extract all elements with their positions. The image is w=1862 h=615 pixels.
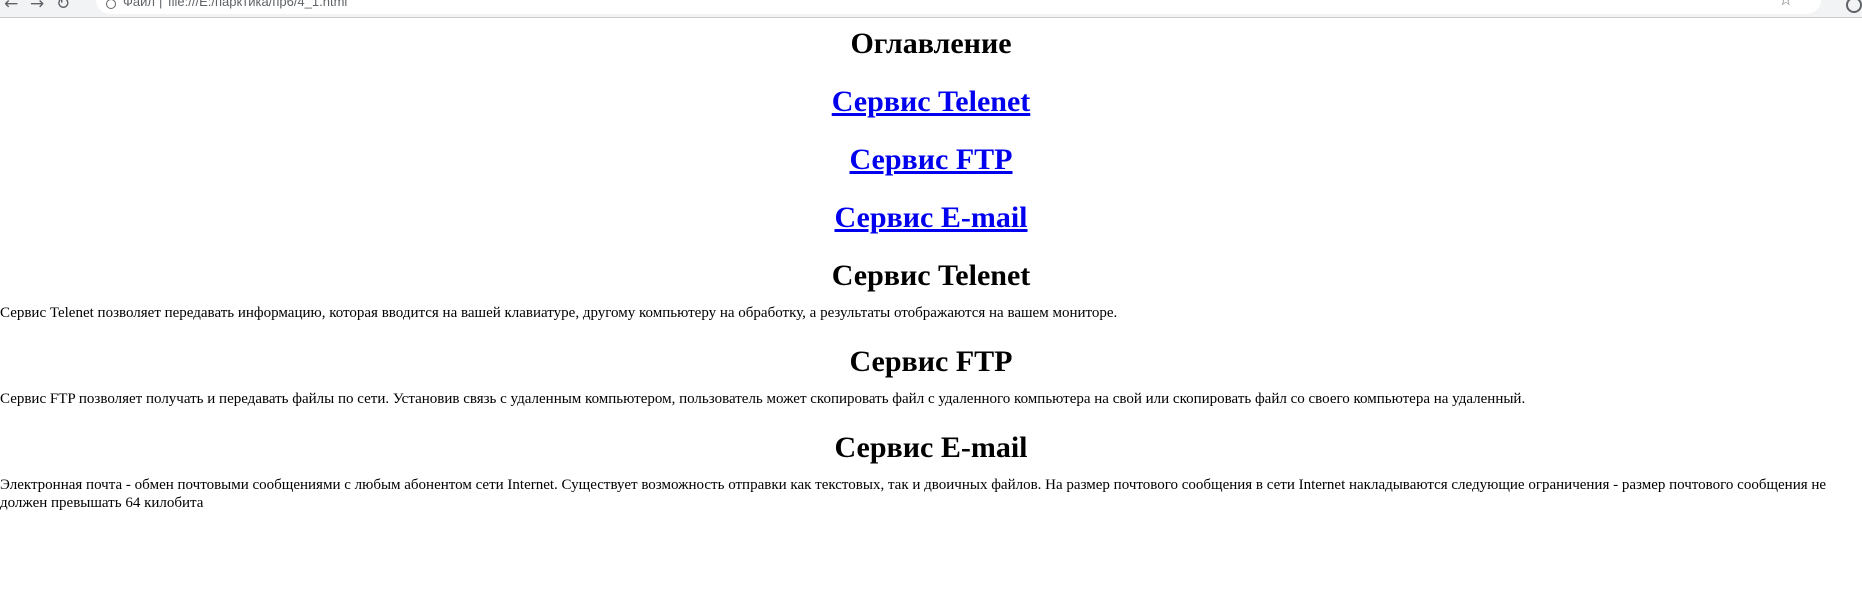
toc-link-telenet[interactable]: Сервис Telenet [832, 85, 1031, 118]
section-title-telenet: Сервис Telenet [831, 259, 1031, 292]
section-text-telenet: Сервис Telenet позволяет передавать инфо… [0, 305, 1118, 321]
browser-toolbar: ← → ↻ Файл | file:///E:/парктика/пр6/4_1… [0, 0, 1862, 18]
url-text[interactable]: file:///E:/парктика/пр6/4_1.html [168, 0, 347, 9]
reload-button[interactable]: ↻ [56, 0, 70, 14]
section-title-email: Сервис E-mail [834, 431, 1028, 464]
forward-button[interactable]: → [30, 0, 44, 14]
address-bar[interactable]: Файл | file:///E:/парктика/пр6/4_1.html … [96, 0, 1821, 14]
address-file-label: Файл [123, 0, 155, 9]
back-button[interactable]: ← [4, 0, 18, 14]
star-icon[interactable]: ☆ [1779, 0, 1793, 8]
page-content: Оглавление Сервис Telenet Сервис FTP Сер… [0, 18, 1862, 512]
profile-icon[interactable] [1846, 0, 1862, 13]
toc-link-email[interactable]: Сервис E-mail [835, 201, 1028, 234]
info-icon[interactable] [106, 0, 116, 9]
section-text-ftp: Сервис FTP позволяет получать и передава… [0, 391, 1526, 407]
section-title-ftp: Сервис FTP [849, 345, 1013, 378]
address-separator: | [159, 0, 163, 9]
toc-link-ftp[interactable]: Сервис FTP [850, 143, 1013, 176]
toc-item: Сервис FTP [0, 142, 1862, 178]
toc-item: Сервис E-mail [0, 200, 1862, 236]
section-text-email: Электронная почта - обмен почтовыми сооб… [0, 477, 1827, 511]
toc-item: Сервис Telenet [0, 84, 1862, 120]
toc-title: Оглавление [850, 27, 1012, 60]
